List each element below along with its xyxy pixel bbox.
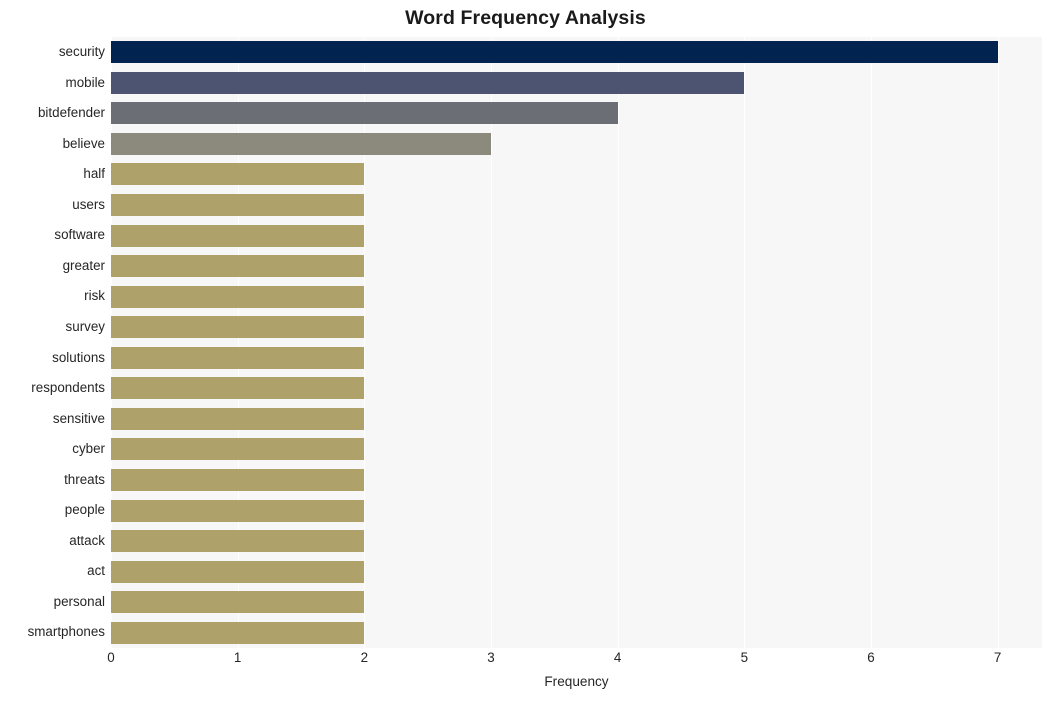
bar-row — [111, 251, 1042, 282]
bar-row — [111, 587, 1042, 618]
chart-title: Word Frequency Analysis — [405, 7, 646, 29]
y-axis-tick-label: mobile — [65, 74, 105, 90]
x-axis-tick-label: 2 — [360, 650, 369, 665]
bar-row — [111, 526, 1042, 557]
bar[interactable] — [111, 468, 365, 491]
x-axis-tick-label: 7 — [993, 650, 1002, 665]
y-axis-tick-label: risk — [84, 288, 105, 304]
bar[interactable] — [111, 285, 365, 308]
bar-row — [111, 556, 1042, 587]
bar[interactable] — [111, 499, 365, 522]
y-axis-tick-label: attack — [69, 532, 105, 548]
y-axis-tick-label: software — [54, 227, 105, 243]
y-axis-tick-label: half — [83, 166, 105, 182]
y-axis-tick-label: cyber — [72, 441, 105, 457]
bar[interactable] — [111, 132, 491, 155]
x-axis-tick-label: 0 — [107, 650, 115, 665]
bar[interactable] — [111, 102, 618, 125]
y-axis-labels: security mobile bitdefender believe half user… — [0, 37, 105, 648]
x-axis-title: Frequency — [544, 674, 609, 689]
y-axis-tick-label: respondents — [31, 380, 105, 396]
x-axis-tick-label: 5 — [740, 650, 749, 665]
bar-row — [111, 404, 1042, 435]
y-axis-tick-label: solutions — [52, 349, 105, 365]
plot-area — [111, 37, 1042, 648]
x-axis-tick-label: 6 — [867, 650, 875, 665]
bar-row — [111, 129, 1042, 160]
bar[interactable] — [111, 560, 365, 583]
bar[interactable] — [111, 530, 365, 553]
bar-row — [111, 495, 1042, 526]
y-axis-tick-label: act — [87, 563, 105, 579]
bar[interactable] — [111, 316, 365, 339]
y-axis-tick-label: survey — [65, 318, 105, 334]
bar[interactable] — [111, 163, 365, 186]
bar[interactable] — [111, 591, 365, 614]
bar[interactable] — [111, 438, 365, 461]
bar-row — [111, 159, 1042, 190]
y-axis-tick-label: believe — [62, 135, 105, 151]
x-axis-ticks: 0 1 2 3 4 5 6 7 — [107, 650, 1042, 672]
bar[interactable] — [111, 407, 365, 430]
bar-row — [111, 373, 1042, 404]
y-axis-tick-label: bitdefender — [37, 105, 105, 121]
bar-row — [111, 281, 1042, 312]
bar-row — [111, 37, 1042, 68]
word-frequency-chart: Word Frequency Analysis security mobile bi… — [0, 0, 1051, 701]
y-axis-tick-label: users — [72, 196, 105, 212]
bar[interactable] — [111, 41, 998, 64]
y-axis-tick-label: security — [58, 44, 105, 59]
y-axis-tick-label: sensitive — [52, 410, 105, 426]
y-axis-tick-label: personal — [53, 593, 105, 609]
bar-row — [111, 220, 1042, 251]
bar-row — [111, 98, 1042, 129]
bar[interactable] — [111, 71, 745, 94]
bar[interactable] — [111, 346, 365, 369]
y-axis-tick-label: people — [64, 502, 105, 518]
bar-row — [111, 343, 1042, 374]
y-axis-tick-label: smartphones — [27, 624, 105, 640]
x-axis-tick-label: 1 — [233, 650, 242, 665]
y-axis-tick-label: greater — [62, 257, 105, 273]
bar-row — [111, 434, 1042, 465]
bar[interactable] — [111, 621, 365, 644]
bar[interactable] — [111, 255, 365, 278]
bar[interactable] — [111, 194, 365, 217]
x-axis-tick-label: 3 — [487, 650, 495, 665]
bar-row — [111, 312, 1042, 343]
bar[interactable] — [111, 377, 365, 400]
bar-row — [111, 190, 1042, 221]
y-axis-tick-label: threats — [64, 471, 105, 487]
bars-layer — [111, 37, 1042, 648]
bar-row — [111, 617, 1042, 648]
bar-row — [111, 465, 1042, 496]
bar[interactable] — [111, 224, 365, 247]
bar-row — [111, 68, 1042, 99]
x-axis-tick-label: 4 — [613, 650, 622, 665]
